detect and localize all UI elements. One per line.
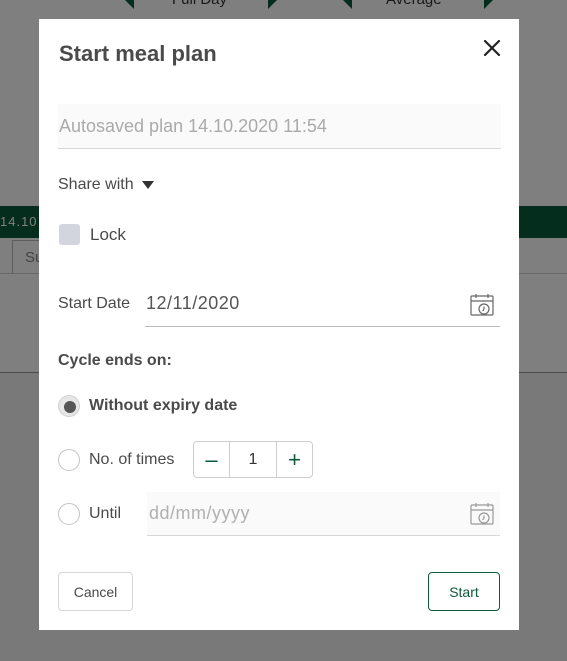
start-date-value: 12/11/2020	[146, 293, 240, 313]
start-button[interactable]: Start	[428, 572, 500, 611]
decrement-button[interactable]: –	[194, 442, 229, 477]
until-date-placeholder: dd/mm/yyyy	[149, 503, 251, 523]
option-until-label: Until	[89, 505, 122, 522]
option-until[interactable]: Until	[58, 503, 121, 525]
until-date-field[interactable]: dd/mm/yyyy	[147, 492, 500, 536]
plan-name-input[interactable]	[58, 104, 501, 149]
share-with-dropdown[interactable]: Share with	[58, 175, 154, 195]
radio-without-expiry[interactable]	[58, 395, 80, 417]
times-value[interactable]: 1	[229, 442, 277, 477]
calendar-icon[interactable]	[469, 292, 495, 318]
lock-label: Lock	[90, 224, 126, 244]
option-no-of-times[interactable]: No. of times	[58, 449, 174, 471]
times-stepper[interactable]: – 1 +	[193, 441, 313, 478]
lock-checkbox[interactable]	[59, 224, 80, 245]
calendar-icon[interactable]	[469, 501, 495, 527]
dialog-title: Start meal plan	[59, 41, 217, 66]
cancel-button[interactable]: Cancel	[58, 572, 133, 611]
close-icon[interactable]	[479, 35, 505, 61]
option-without-expiry-label: Without expiry date	[89, 397, 238, 414]
share-with-label: Share with	[58, 176, 134, 193]
start-date-field[interactable]: 12/11/2020	[145, 287, 500, 327]
caret-down-icon	[141, 181, 154, 189]
increment-button[interactable]: +	[277, 442, 312, 477]
option-no-of-times-label: No. of times	[89, 451, 175, 468]
option-without-expiry[interactable]: Without expiry date	[58, 395, 237, 417]
start-date-label: Start Date	[58, 295, 131, 312]
cycle-ends-heading: Cycle ends on:	[58, 352, 172, 369]
radio-no-of-times[interactable]	[58, 449, 80, 471]
radio-until[interactable]	[58, 503, 80, 525]
start-meal-plan-dialog: Start meal plan Share with Lock Start Da…	[39, 19, 519, 630]
lock-checkbox-row[interactable]: Lock	[59, 224, 126, 245]
